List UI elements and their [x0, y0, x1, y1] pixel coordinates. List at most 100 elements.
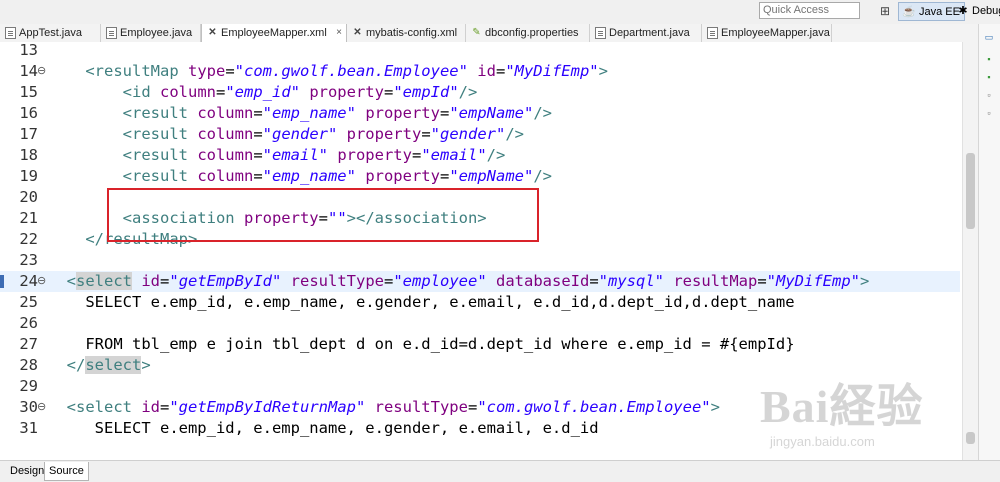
perspective-java-ee[interactable]: ☕ Java EE — [898, 2, 965, 21]
association-highlight-box — [107, 188, 539, 242]
line-number: 26 — [19, 314, 38, 332]
code-line[interactable]: 29 — [0, 376, 960, 397]
quick-access-input[interactable] — [759, 2, 860, 19]
line-number: 28 — [19, 356, 38, 374]
tab-apptest-java[interactable]: AppTest.java — [0, 24, 101, 42]
tab-department-java[interactable]: Department.java — [590, 24, 702, 42]
code-text: <result column="gender" property="gender… — [48, 124, 524, 145]
line-number: 22 — [19, 230, 38, 248]
scrollbar-marker — [966, 432, 975, 444]
code-text: SELECT e.emp_id, e.emp_name, e.gender, e… — [48, 292, 795, 313]
code-line[interactable]: 28 </select> — [0, 355, 960, 376]
code-token: > — [598, 62, 608, 80]
xml-file-icon: ✕ — [208, 27, 217, 38]
code-token: SELECT e.emp_id, e.emp_name, e.gender, e… — [48, 293, 795, 311]
vertical-scrollbar[interactable] — [962, 42, 979, 460]
tab-label: EmployeeMapper.java — [721, 27, 830, 39]
code-token: id — [467, 62, 496, 80]
code-token: "mysql" — [598, 272, 664, 290]
code-token: > — [860, 272, 870, 290]
code-line[interactable]: 13 — [0, 42, 960, 61]
line-number: 29 — [19, 377, 38, 395]
code-token: id — [132, 398, 160, 416]
close-tab-icon[interactable]: × — [336, 24, 342, 42]
tab-label: Employee.java — [120, 27, 193, 39]
minimize-icon[interactable]: ▭ — [984, 32, 994, 42]
java-file-icon — [5, 27, 16, 39]
editor-mode-tabs: Design Source — [0, 460, 1000, 482]
view-icon[interactable]: ▫ — [984, 90, 994, 100]
code-line[interactable]: 17 <result column="gender" property="gen… — [0, 124, 960, 145]
code-token: < — [66, 272, 77, 290]
view-icon[interactable]: ▫ — [984, 108, 994, 118]
code-text: <result column="emp_name" property="empN… — [48, 103, 552, 124]
tab-design[interactable]: Design — [6, 462, 48, 480]
code-line[interactable]: 30 ⊖ <select id="getEmpByIdReturnMap" res… — [0, 397, 960, 418]
tab-label: Department.java — [609, 27, 690, 39]
code-line[interactable]: 16 <result column="emp_name" property="e… — [0, 103, 960, 124]
code-token: resultMap — [664, 272, 758, 290]
tab-label: EmployeeMapper.xml — [221, 27, 327, 39]
code-line[interactable]: 23 — [0, 250, 960, 271]
code-token: FROM tbl_emp e join tbl_dept d on e.d_id… — [48, 335, 795, 353]
code-line[interactable]: 14 ⊖ <resultMap type="com.gwolf.bean.Empl… — [0, 61, 960, 82]
code-token: property — [355, 167, 440, 185]
code-token: = — [439, 167, 450, 185]
tab-employeemapper-java[interactable]: EmployeeMapper.java — [702, 24, 832, 42]
code-line[interactable]: 15 <id column="emp_id" property="empId"/… — [0, 82, 960, 103]
line-number: 21 — [19, 209, 38, 227]
right-trim-bar: ▭ ▪ ▪ ▫ ▫ — [978, 24, 1000, 481]
code-token: property — [299, 83, 384, 101]
fold-toggle-icon[interactable]: ⊖ — [37, 61, 46, 82]
code-line[interactable]: 26 — [0, 313, 960, 334]
code-line[interactable]: 18 <result column="email" property="emai… — [0, 145, 960, 166]
line-number: 25 — [19, 293, 38, 311]
fold-toggle-icon[interactable]: ⊖ — [37, 397, 46, 418]
code-line[interactable]: 24 ⊖ <select id="getEmpById" resultType="… — [0, 271, 960, 292]
code-token: "getEmpByIdReturnMap" — [169, 398, 366, 416]
fold-toggle-icon[interactable]: ⊖ — [37, 271, 46, 292]
code-token: resultType — [365, 398, 468, 416]
scrollbar-thumb[interactable] — [966, 153, 975, 229]
source-editor[interactable]: 13 14 ⊖ <resultMap type="com.gwolf.bean.Em… — [0, 42, 1000, 460]
debug-perspective-icon: ✱ — [958, 5, 968, 17]
code-line[interactable]: 25 SELECT e.emp_id, e.emp_name, e.gender… — [0, 292, 960, 313]
code-token: "MyDifEmp" — [505, 62, 599, 80]
code-line[interactable]: 19 <result column="emp_name" property="e… — [0, 166, 960, 187]
code-line[interactable]: 31 SELECT e.emp_id, e.emp_name, e.gender… — [0, 418, 960, 439]
code-text: <result column="emp_name" property="empN… — [48, 166, 552, 187]
code-token: column — [187, 104, 254, 122]
open-perspective-icon[interactable]: ⊞ — [878, 4, 892, 18]
code-line[interactable]: 27 FROM tbl_emp e join tbl_dept d on e.d… — [0, 334, 960, 355]
code-token: = — [160, 272, 170, 290]
tab-source[interactable]: Source — [44, 462, 89, 481]
code-token: /> — [486, 146, 506, 164]
line-number: 14 — [19, 62, 38, 80]
code-token: <result — [122, 104, 188, 122]
tab-mybatis-config-xml[interactable]: ✕ mybatis-config.xml — [347, 24, 466, 42]
code-token: = — [384, 272, 394, 290]
java-ee-perspective-icon: ☕ — [902, 6, 916, 18]
code-token: = — [160, 398, 170, 416]
code-token: > — [710, 398, 720, 416]
code-token: > — [141, 356, 151, 374]
code-token: property — [327, 146, 412, 164]
code-token: = — [215, 83, 226, 101]
code-text: FROM tbl_emp e join tbl_dept d on e.d_id… — [48, 334, 795, 355]
task-icon[interactable]: ▪ — [984, 72, 994, 82]
code-token: select — [76, 272, 133, 290]
tab-dbconfig-properties[interactable]: ✎ dbconfig.properties — [466, 24, 590, 42]
code-token: "empName" — [449, 167, 534, 185]
line-number: 30 — [19, 398, 38, 416]
code-token: = — [421, 125, 431, 143]
code-token: "empName" — [449, 104, 534, 122]
outline-icon[interactable]: ▪ — [984, 54, 994, 64]
tab-employee-java[interactable]: Employee.java — [101, 24, 201, 42]
code-token: "gender" — [262, 125, 338, 143]
perspective-debug[interactable]: ✱ Debug — [956, 2, 1000, 21]
tab-employeemapper-xml[interactable]: ✕ EmployeeMapper.xml × — [201, 24, 347, 43]
code-text: <select id="getEmpByIdReturnMap" resultT… — [48, 397, 720, 418]
line-number: 20 — [19, 188, 38, 206]
